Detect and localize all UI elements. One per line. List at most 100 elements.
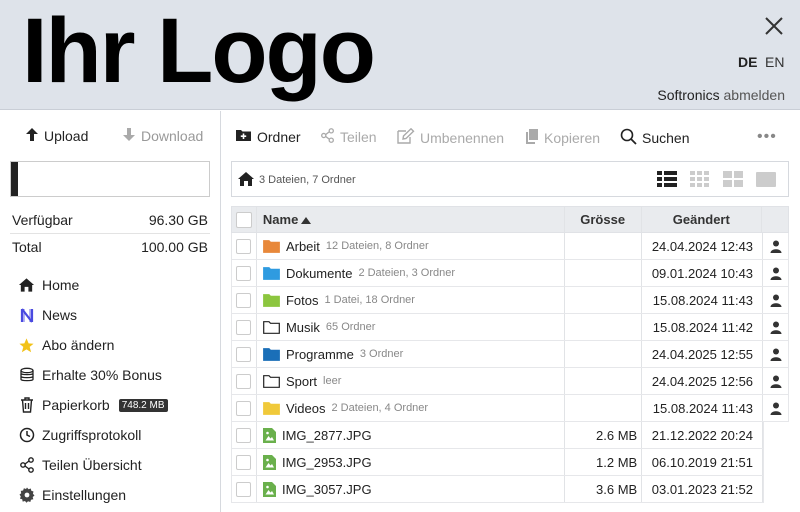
item-name[interactable]: Fotos xyxy=(286,293,319,308)
name-cell[interactable]: IMG_3057.JPG xyxy=(257,476,566,502)
row-checkbox[interactable] xyxy=(236,319,252,335)
copy-button[interactable]: Kopieren xyxy=(525,128,600,147)
name-cell[interactable]: IMG_2953.JPG xyxy=(257,449,566,475)
logout-link[interactable]: abmelden xyxy=(724,87,786,103)
rename-button[interactable]: Umbenennen xyxy=(397,127,504,147)
select-all-checkbox[interactable] xyxy=(235,211,252,228)
row-checkbox[interactable] xyxy=(236,481,252,497)
user-icon[interactable] xyxy=(770,348,782,361)
table-row[interactable]: Programme 3 Ordner 24.04.2025 12:55 xyxy=(231,341,789,368)
table-row[interactable]: IMG_3057.JPG 3.6 MB 03.01.2023 21:52 xyxy=(231,476,764,503)
small-grid-view-icon[interactable] xyxy=(690,171,710,192)
table-row[interactable]: Arbeit 12 Dateien, 8 Ordner 24.04.2024 1… xyxy=(231,233,789,260)
select-cell xyxy=(232,260,257,286)
table-row[interactable]: Dokumente 2 Dateien, 3 Ordner 09.01.2024… xyxy=(231,260,789,287)
sidebar-item-share-overview[interactable]: Teilen Übersicht xyxy=(18,450,218,480)
new-folder-button[interactable]: Ordner xyxy=(235,128,301,145)
item-name[interactable]: Programme xyxy=(286,347,354,362)
item-size: 3.6 MB xyxy=(596,481,638,497)
row-checkbox[interactable] xyxy=(236,400,252,416)
item-name[interactable]: Dokumente xyxy=(286,266,352,281)
header: Ihr Logo DE EN Softronics abmelden xyxy=(0,0,800,110)
table-row[interactable]: IMG_2953.JPG 1.2 MB 06.10.2019 21:51 xyxy=(231,449,764,476)
list-view-icon[interactable] xyxy=(657,171,677,192)
folder-icon xyxy=(263,239,280,253)
home-icon[interactable] xyxy=(237,171,255,190)
sidebar-item-access-log[interactable]: Zugriffsprotokoll xyxy=(18,420,218,450)
select-cell xyxy=(232,341,257,367)
row-checkbox[interactable] xyxy=(236,346,252,362)
select-cell xyxy=(232,449,257,475)
item-date: 24.04.2025 12:56 xyxy=(651,373,754,389)
sidebar-item-abo[interactable]: Abo ändern xyxy=(18,330,218,360)
user-icon[interactable] xyxy=(770,240,782,253)
share-user-cell xyxy=(763,341,789,367)
sidebar-item-home[interactable]: Home xyxy=(18,270,218,300)
row-checkbox[interactable] xyxy=(236,292,252,308)
name-cell[interactable]: Arbeit 12 Dateien, 8 Ordner xyxy=(257,233,566,259)
select-cell xyxy=(232,314,257,340)
name-cell[interactable]: Dokumente 2 Dateien, 3 Ordner xyxy=(257,260,566,286)
table-row[interactable]: IMG_2877.JPG 2.6 MB 21.12.2022 20:24 xyxy=(231,422,764,449)
item-info: leer xyxy=(323,375,342,387)
sidebar-item-news[interactable]: News xyxy=(18,300,218,330)
image-file-icon xyxy=(262,454,276,470)
item-name[interactable]: IMG_3057.JPG xyxy=(282,482,372,497)
sidebar-item-trash[interactable]: Papierkorb 748.2 MB xyxy=(18,390,218,420)
row-checkbox[interactable] xyxy=(236,373,252,389)
col-date-header[interactable]: Geändert xyxy=(642,207,763,232)
preview-view-icon[interactable] xyxy=(756,171,776,192)
size-cell xyxy=(565,287,643,313)
item-name[interactable]: Musik xyxy=(286,320,320,335)
name-cell[interactable]: Musik 65 Ordner xyxy=(257,314,566,340)
name-cell[interactable]: Videos 2 Dateien, 4 Ordner xyxy=(257,395,566,421)
item-name[interactable]: IMG_2877.JPG xyxy=(282,428,372,443)
large-grid-view-icon[interactable] xyxy=(723,171,743,192)
sidebar-item-settings[interactable]: Einstellungen xyxy=(18,480,218,510)
row-checkbox[interactable] xyxy=(236,238,252,254)
date-cell: 24.04.2024 12:43 xyxy=(642,233,764,259)
lang-de-link[interactable]: DE xyxy=(738,54,757,70)
name-cell[interactable]: Fotos 1 Datei, 18 Ordner xyxy=(257,287,566,313)
table-row[interactable]: Sport leer 24.04.2025 12:56 xyxy=(231,368,789,395)
item-name[interactable]: Videos xyxy=(286,401,326,416)
upload-button[interactable]: Upload xyxy=(25,127,88,145)
sidebar-nav: Home News Abo ändern Erhalte 30% Bonus P… xyxy=(18,270,218,510)
name-cell[interactable]: Sport leer xyxy=(257,368,566,394)
table-row[interactable]: Musik 65 Ordner 15.08.2024 11:42 xyxy=(231,314,789,341)
row-checkbox[interactable] xyxy=(236,265,252,281)
row-checkbox[interactable] xyxy=(236,454,252,470)
item-date: 21.12.2022 20:24 xyxy=(651,427,753,443)
more-menu-icon[interactable]: ••• xyxy=(757,128,777,146)
lang-en-link[interactable]: EN xyxy=(765,54,784,70)
path-bar: 3 Dateien, 7 Ordner xyxy=(231,161,789,197)
sidebar-item-bonus[interactable]: Erhalte 30% Bonus xyxy=(18,360,218,390)
share-user-cell xyxy=(763,314,789,340)
search-button[interactable]: Suchen xyxy=(620,128,689,148)
trash-icon xyxy=(18,397,35,414)
sort-name-header[interactable]: Name xyxy=(257,207,565,232)
name-cell[interactable]: Programme 3 Ordner xyxy=(257,341,566,367)
col-size-header[interactable]: Grösse xyxy=(565,207,642,232)
name-cell[interactable]: IMG_2877.JPG xyxy=(257,422,566,448)
download-button[interactable]: Download xyxy=(122,127,203,145)
table-row[interactable]: Fotos 1 Datei, 18 Ordner 15.08.2024 11:4… xyxy=(231,287,789,314)
item-name[interactable]: IMG_2953.JPG xyxy=(282,455,372,470)
folder-icon xyxy=(263,266,280,280)
item-name[interactable]: Sport xyxy=(286,374,317,389)
sidebar-item-label: Home xyxy=(42,277,80,293)
search-label: Suchen xyxy=(642,130,690,146)
user-icon[interactable] xyxy=(770,402,782,415)
user-icon[interactable] xyxy=(770,267,782,280)
share-button[interactable]: Teilen xyxy=(320,128,377,146)
download-label: Download xyxy=(141,128,204,144)
row-checkbox[interactable] xyxy=(236,427,252,443)
folder-icon xyxy=(263,293,280,307)
table-row[interactable]: Videos 2 Dateien, 4 Ordner 15.08.2024 11… xyxy=(231,395,789,422)
user-icon[interactable] xyxy=(770,375,782,388)
share-user-cell xyxy=(763,233,789,259)
item-name[interactable]: Arbeit xyxy=(286,239,320,254)
close-icon[interactable] xyxy=(762,14,786,38)
user-icon[interactable] xyxy=(770,294,782,307)
user-icon[interactable] xyxy=(770,321,782,334)
